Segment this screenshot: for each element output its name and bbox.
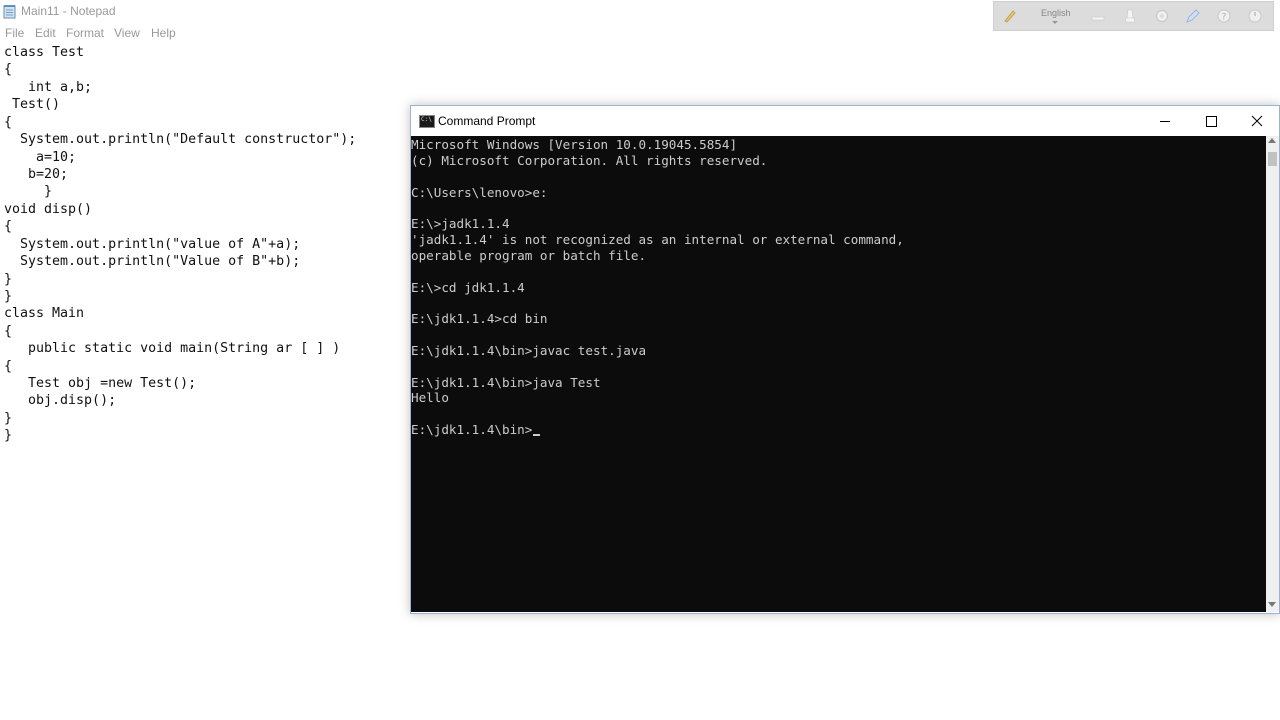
- notepad-editor[interactable]: class Test { int a,b; Test() { System.ou…: [4, 44, 404, 714]
- cmd-icon-text: C:\: [421, 116, 432, 123]
- menu-format[interactable]: Format: [66, 26, 104, 40]
- language-label[interactable]: English: [1041, 8, 1071, 18]
- command-prompt-window: C:\ Command Prompt Microsoft Windows [Ve…: [410, 105, 1280, 614]
- code-line: public static void main(String ar [ ] ): [4, 341, 341, 356]
- svg-text:?: ?: [1222, 13, 1227, 23]
- text-cursor: [533, 434, 541, 436]
- console-line: C:\Users\lenovo>e:: [411, 185, 548, 200]
- cmd-titlebar[interactable]: C:\ Command Prompt: [411, 106, 1279, 136]
- code-line: class Test: [4, 45, 85, 60]
- menu-help[interactable]: Help: [151, 26, 176, 40]
- minimize-icon[interactable]: [1142, 106, 1188, 136]
- scroll-thumb[interactable]: [1268, 152, 1277, 166]
- console-line: Hello: [411, 390, 449, 405]
- code-line: System.out.println("value of A"+a);: [4, 237, 301, 252]
- code-line: {: [4, 359, 13, 374]
- notepad-titlebar[interactable]: Main11 - Notepad: [0, 0, 990, 24]
- console-line: E:\jdk1.1.4\bin>javac test.java: [411, 343, 647, 358]
- cmd-title: Command Prompt: [438, 114, 536, 128]
- ink-toolbar: English ?: [993, 1, 1274, 31]
- code-line: {: [4, 62, 13, 77]
- code-line: System.out.println("Default constructor"…: [4, 132, 357, 147]
- close-icon[interactable]: [1234, 106, 1280, 136]
- notepad-app-icon: [3, 5, 16, 19]
- pencil-icon[interactable]: [1185, 8, 1201, 24]
- code-line: b=20;: [4, 167, 69, 182]
- menu-view[interactable]: View: [114, 26, 140, 40]
- code-line: int a,b;: [4, 80, 93, 95]
- maximize-icon[interactable]: [1188, 106, 1234, 136]
- code-line: void disp(): [4, 202, 93, 217]
- help-icon[interactable]: ?: [1216, 8, 1232, 24]
- code-line: }: [4, 184, 53, 199]
- notepad-menubar: File Edit Format View Help: [0, 24, 420, 42]
- code-line: {: [4, 115, 13, 130]
- menu-file[interactable]: File: [5, 26, 24, 40]
- console-line: E:\>cd jdk1.1.4: [411, 280, 525, 295]
- code-line: Test(): [4, 97, 61, 112]
- console-prompt: E:\jdk1.1.4\bin>: [411, 422, 533, 437]
- scroll-down-arrow-icon[interactable]: [1268, 602, 1276, 607]
- scroll-up-arrow-icon[interactable]: [1268, 138, 1276, 143]
- console-line: Microsoft Windows [Version 10.0.19045.58…: [411, 137, 738, 152]
- dash-icon[interactable]: [1090, 8, 1106, 24]
- code-line: {: [4, 324, 13, 339]
- console-line: 'jadk1.1.4' is not recognized as an inte…: [411, 232, 904, 247]
- code-line: a=10;: [4, 150, 77, 165]
- gear-icon[interactable]: [1154, 8, 1170, 24]
- cmd-app-icon: C:\: [419, 115, 435, 128]
- code-line: class Main: [4, 306, 85, 321]
- broom-icon[interactable]: [1122, 8, 1138, 24]
- notepad-title: Main11 - Notepad: [21, 4, 116, 18]
- code-line: {: [4, 219, 13, 234]
- cmd-scrollbar[interactable]: [1266, 136, 1279, 612]
- console-line: (c) Microsoft Corporation. All rights re…: [411, 153, 768, 168]
- console-line: operable program or batch file.: [411, 248, 647, 263]
- console-prompt-line: E:\jdk1.1.4\bin>: [411, 422, 541, 437]
- cmd-console[interactable]: Microsoft Windows [Version 10.0.19045.58…: [411, 136, 1266, 612]
- power-icon[interactable]: [1247, 8, 1263, 24]
- code-line: }: [4, 289, 13, 304]
- code-line: }: [4, 428, 13, 443]
- code-line: System.out.println("Value of B"+b);: [4, 254, 301, 269]
- console-line: E:\jdk1.1.4\bin>java Test: [411, 375, 601, 390]
- language-dropdown-icon[interactable]: [1052, 21, 1058, 24]
- console-line: E:\>jadk1.1.4: [411, 216, 510, 231]
- code-line: obj.disp();: [4, 393, 117, 408]
- pen-icon[interactable]: [1002, 8, 1018, 24]
- code-line: }: [4, 272, 13, 287]
- menu-edit[interactable]: Edit: [35, 26, 56, 40]
- code-line: }: [4, 411, 13, 426]
- code-line: Test obj =new Test();: [4, 376, 197, 391]
- console-line: E:\jdk1.1.4>cd bin: [411, 311, 548, 326]
